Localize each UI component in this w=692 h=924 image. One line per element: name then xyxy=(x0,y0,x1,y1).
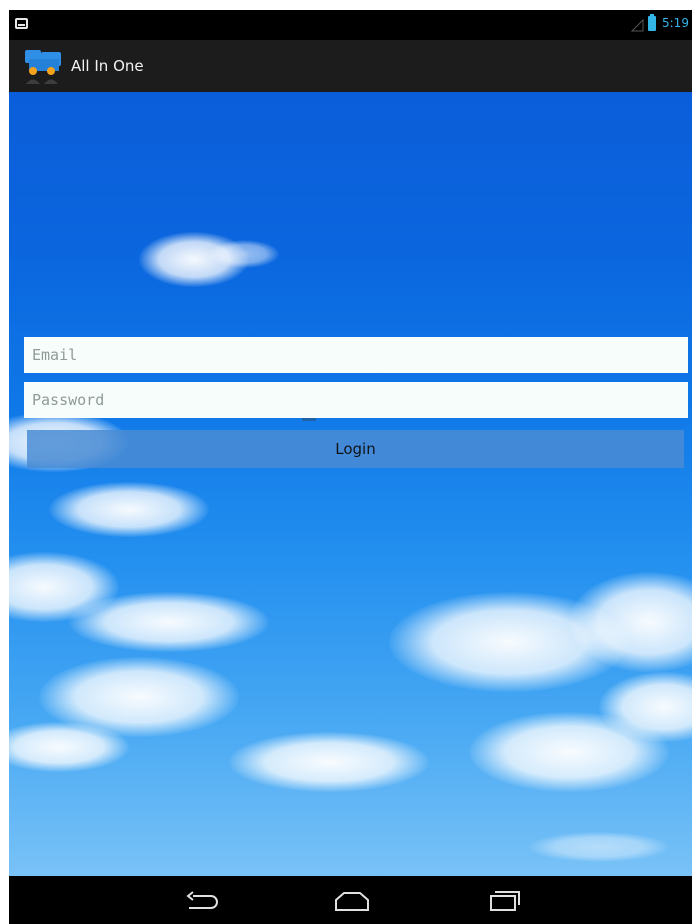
back-icon[interactable] xyxy=(181,888,221,914)
login-screen: Login xyxy=(9,92,692,876)
device-screen: 5:19 All In One Email Login xyxy=(9,10,692,924)
recent-apps-icon[interactable] xyxy=(483,888,523,914)
app-logo-icon[interactable] xyxy=(23,49,63,85)
password-field[interactable] xyxy=(24,382,688,418)
text-cursor-handle xyxy=(302,418,316,421)
notification-icon xyxy=(15,18,28,29)
email-field[interactable] xyxy=(24,337,688,373)
status-time: 5:19 xyxy=(662,16,689,30)
action-bar: All In One xyxy=(9,40,692,92)
login-button[interactable]: Login xyxy=(27,430,684,468)
app-title: All In One xyxy=(71,57,144,75)
status-bar: 5:19 xyxy=(9,10,692,40)
signal-icon xyxy=(631,19,644,32)
battery-icon xyxy=(648,14,656,31)
navigation-bar xyxy=(9,876,692,924)
home-icon[interactable] xyxy=(332,888,372,914)
